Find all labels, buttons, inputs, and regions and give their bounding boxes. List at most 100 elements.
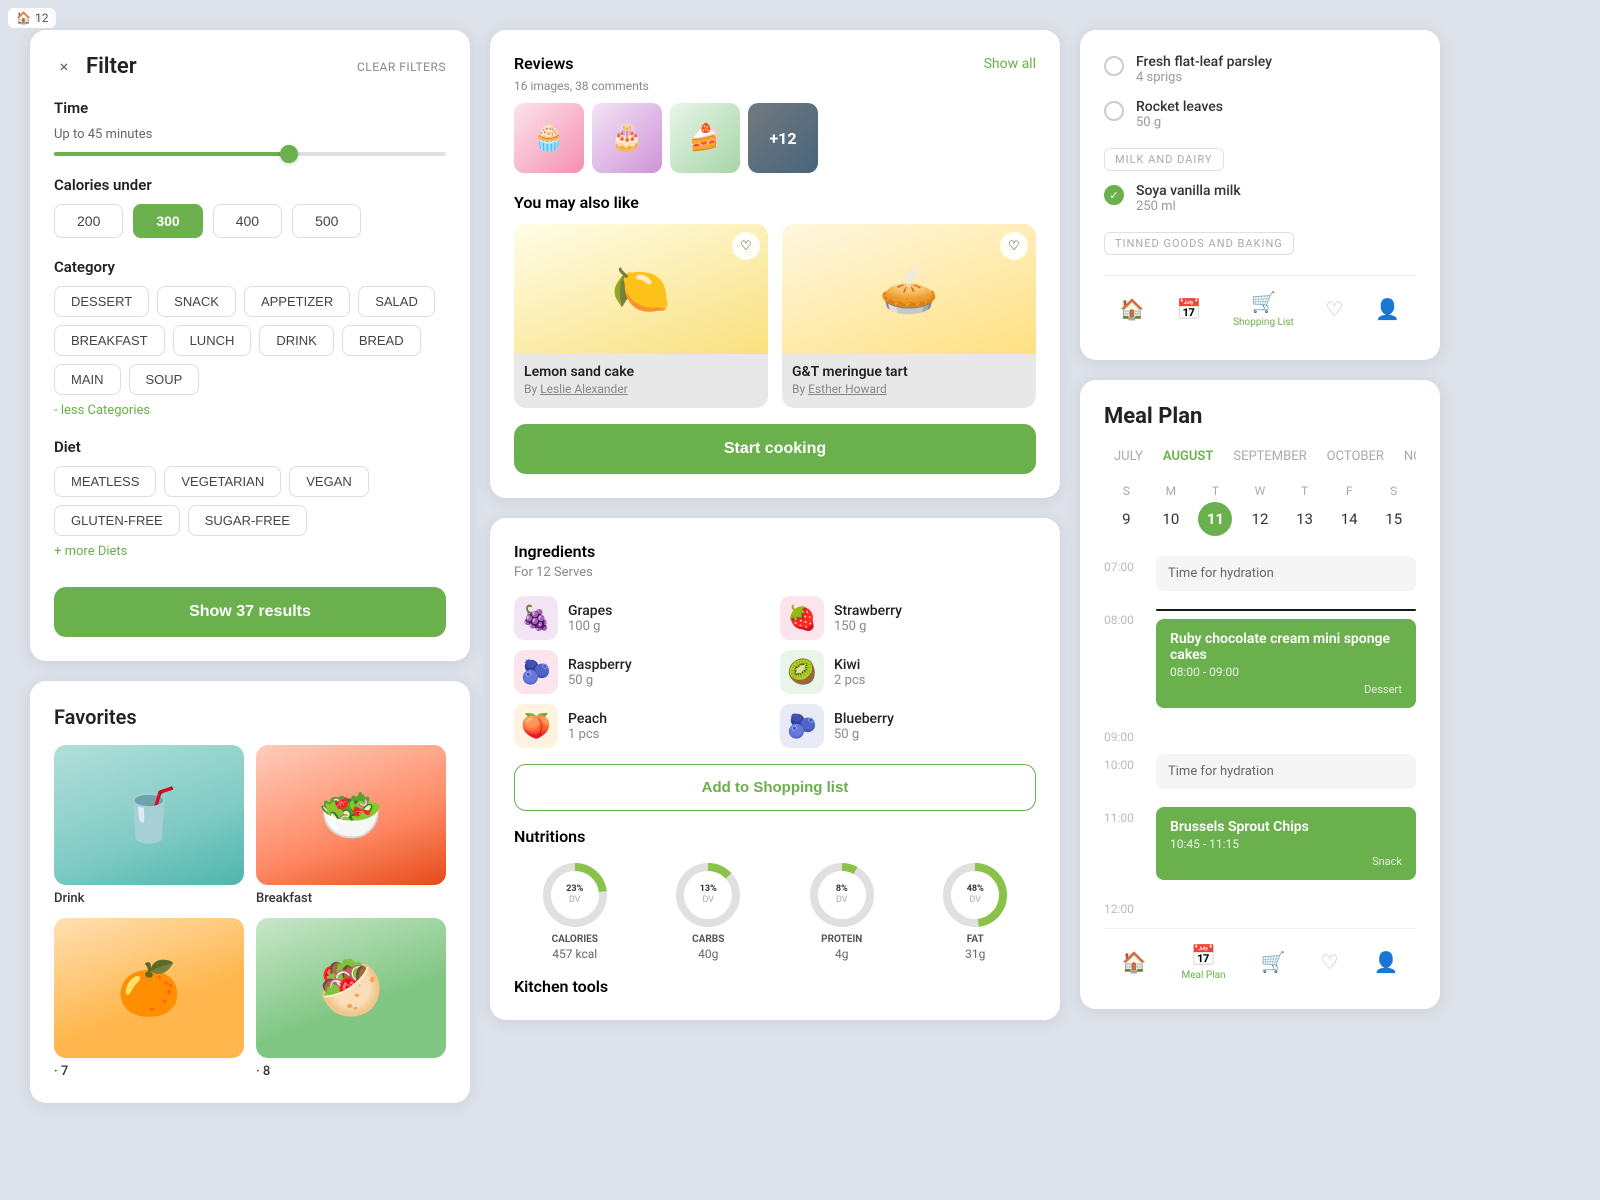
time-range-track[interactable]	[54, 152, 446, 156]
brussels-event[interactable]: Brussels Sprout Chips 10:45 - 11:15 Snac…	[1156, 807, 1416, 880]
middle-column: Reviews Show all 16 images, 38 comments …	[490, 30, 1060, 1020]
recipe-card-meringue[interactable]: 🥧 ♡ G&T meringue tart By Esther Howard	[782, 224, 1036, 408]
cal-day-15[interactable]: 15	[1377, 502, 1411, 536]
meal-schedule: 07:00 Time for hydration 08:00 Ruby choc…	[1104, 556, 1416, 916]
rocket-checkbox[interactable]	[1104, 101, 1124, 121]
reviews-header: Reviews Show all	[514, 54, 1036, 73]
cal-day-11[interactable]: 11	[1198, 502, 1232, 536]
rocket-qty: 50 g	[1136, 115, 1223, 130]
meringue-tart-heart[interactable]: ♡	[1000, 232, 1028, 260]
range-fill	[54, 152, 289, 156]
meringue-tart-image: 🥧	[782, 224, 1036, 354]
cal-day-12[interactable]: 12	[1243, 502, 1277, 536]
cal-day-13[interactable]: 13	[1288, 502, 1322, 536]
tag-vegetarian[interactable]: VEGETARIAN	[164, 466, 281, 497]
filter-header: × Filter CLEAR FILTERS	[54, 54, 446, 79]
day-name-s1: S	[1104, 480, 1149, 502]
start-cooking-button[interactable]: Start cooking	[514, 424, 1036, 474]
soya-milk-checkbox[interactable]: ✓	[1104, 185, 1124, 205]
month-august[interactable]: AUGUST	[1153, 445, 1223, 468]
category-filter-section: Category DESSERT SNACK APPETIZER SALAD B…	[54, 258, 446, 418]
tag-salad[interactable]: SALAD	[358, 286, 435, 317]
meal-plan-bottom-nav: 🏠 📅 Meal Plan 🛒 ♡ 👤	[1104, 928, 1416, 985]
cal-btn-400[interactable]: 400	[213, 204, 282, 238]
close-button[interactable]: ×	[54, 57, 74, 77]
tag-snack[interactable]: SNACK	[157, 286, 236, 317]
nav-shopping[interactable]: 🛒 Shopping List	[1233, 290, 1294, 328]
review-images: 🧁 🎂 🍰 +12	[514, 103, 1036, 173]
kiwi-icon: 🥝	[780, 650, 824, 694]
calories-name: CALORIES	[552, 934, 598, 945]
favorite-item-4[interactable]: 🥙 · 8	[256, 918, 446, 1079]
less-categories-toggle[interactable]: - less Categories	[54, 403, 150, 418]
tag-appetizer[interactable]: APPETIZER	[244, 286, 350, 317]
parsley-checkbox[interactable]	[1104, 56, 1124, 76]
soya-milk-name: Soya vanilla milk	[1136, 183, 1241, 199]
cal-day-10[interactable]: 10	[1154, 502, 1188, 536]
tag-dessert[interactable]: DESSERT	[54, 286, 149, 317]
meal-nav-favorites[interactable]: ♡	[1321, 950, 1339, 974]
category-tags: DESSERT SNACK APPETIZER SALAD BREAKFAST …	[54, 286, 446, 395]
strawberry-info: Strawberry 150 g	[834, 603, 902, 634]
meal-nav-profile[interactable]: 👤	[1374, 950, 1399, 974]
cal-btn-500[interactable]: 500	[292, 204, 361, 238]
lemon-cake-heart[interactable]: ♡	[732, 232, 760, 260]
meringue-tart-body: G&T meringue tart By Esther Howard	[782, 354, 1036, 408]
clear-filters-button[interactable]: CLEAR FILTERS	[357, 60, 446, 74]
add-to-shopping-button[interactable]: Add to Shopping list	[514, 764, 1036, 811]
tag-gluten-free[interactable]: GLUTEN-FREE	[54, 505, 180, 536]
day-name-f: F	[1327, 480, 1372, 502]
calendar-nav-icon: 📅	[1176, 297, 1201, 321]
lemon-cake-author: By Leslie Alexander	[524, 382, 758, 396]
recipe-card-lemon[interactable]: 🍋 ♡ Lemon sand cake By Leslie Alexander	[514, 224, 768, 408]
favorite-breakfast-badge: 🏠 12	[8, 8, 56, 28]
hydration-event-2[interactable]: Time for hydration	[1156, 754, 1416, 789]
month-september[interactable]: SEPTEMBER	[1223, 445, 1316, 468]
meal-nav-calendar[interactable]: 📅 Meal Plan	[1181, 943, 1225, 981]
ruby-cake-event[interactable]: Ruby chocolate cream mini sponge cakes 0…	[1156, 619, 1416, 708]
nav-favorites[interactable]: ♡	[1326, 297, 1344, 321]
month-october[interactable]: OCTOBER	[1317, 445, 1394, 468]
month-july[interactable]: JULY	[1104, 445, 1153, 468]
meal-nav-home[interactable]: 🏠	[1122, 950, 1147, 974]
show-all-link[interactable]: Show all	[984, 56, 1036, 72]
cal-day-14[interactable]: 14	[1332, 502, 1366, 536]
favorite-item-breakfast[interactable]: 🥗 🏠 12 Breakfast	[256, 745, 446, 906]
reviews-subtitle: 16 images, 38 comments	[514, 79, 1036, 93]
more-diets-toggle[interactable]: + more Diets	[54, 544, 127, 559]
tag-meatless[interactable]: MEATLESS	[54, 466, 156, 497]
raspberry-qty: 50 g	[568, 673, 632, 688]
month-november[interactable]: NOVEM...	[1394, 445, 1416, 468]
tag-bread[interactable]: BREAD	[342, 325, 421, 356]
nav-home[interactable]: 🏠	[1120, 297, 1145, 321]
day-name-m: M	[1149, 480, 1194, 502]
cal-btn-200[interactable]: 200	[54, 204, 123, 238]
tag-breakfast[interactable]: BREAKFAST	[54, 325, 165, 356]
hydration-event-1[interactable]: Time for hydration	[1156, 556, 1416, 591]
timeslot-0900: 09:00	[1104, 726, 1416, 744]
favorite-breakfast-count: 12	[35, 11, 49, 25]
cal-day-9[interactable]: 9	[1109, 502, 1143, 536]
nav-profile[interactable]: 👤	[1375, 297, 1400, 321]
range-thumb[interactable]	[280, 145, 298, 163]
meal-nav-shopping[interactable]: 🛒	[1261, 950, 1286, 974]
tag-lunch[interactable]: LUNCH	[173, 325, 252, 356]
ruby-cake-time: 08:00 - 09:00	[1170, 665, 1402, 679]
tag-drink[interactable]: DRINK	[259, 325, 333, 356]
cal-btn-300[interactable]: 300	[133, 204, 202, 238]
milk-dairy-category: MILK AND DAIRY	[1104, 148, 1224, 171]
tag-sugar-free[interactable]: SUGAR-FREE	[188, 505, 307, 536]
favorite-item-drink[interactable]: 🥤 🏠 6 Drink	[54, 745, 244, 906]
meal-cart-icon: 🛒	[1261, 950, 1286, 974]
tag-main[interactable]: MAIN	[54, 364, 121, 395]
favorite-item-3[interactable]: 🍊 · 7	[54, 918, 244, 1079]
soya-milk-info: Soya vanilla milk 250 ml	[1136, 183, 1241, 214]
ingredients-panel: Ingredients For 12 Serves 🍇 Grapes 100 g…	[490, 518, 1060, 1020]
tag-soup[interactable]: SOUP	[129, 364, 200, 395]
tag-vegan[interactable]: VEGAN	[289, 466, 369, 497]
nav-calendar[interactable]: 📅	[1176, 297, 1201, 321]
show-results-button[interactable]: Show 37 results	[54, 587, 446, 637]
nutrition-protein: 8% DV PROTEIN 4g	[781, 860, 903, 961]
strawberry-qty: 150 g	[834, 619, 902, 634]
calories-filter-section: Calories under 200 300 400 500	[54, 176, 446, 238]
